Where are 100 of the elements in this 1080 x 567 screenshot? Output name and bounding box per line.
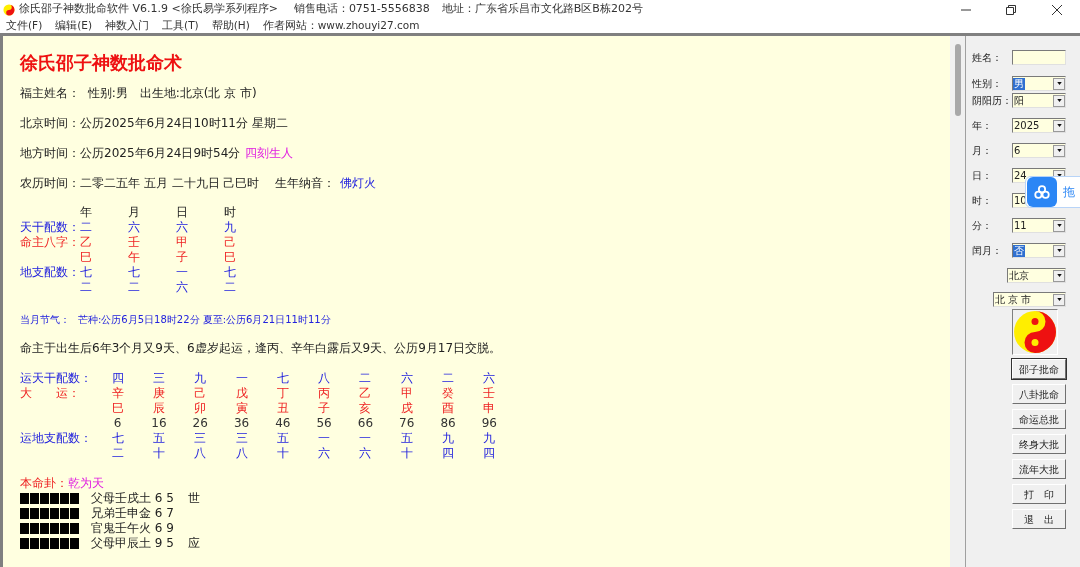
row-label: 大 运： xyxy=(20,386,80,400)
table-cell: 辛 xyxy=(111,386,124,401)
field-label: 性别： xyxy=(972,78,1002,89)
table-cell: 六 xyxy=(128,220,140,234)
action-button[interactable]: 流年大批 xyxy=(1012,459,1066,479)
province-dropdown[interactable]: 北京 xyxy=(1007,268,1066,283)
action-button[interactable]: 命运总批 xyxy=(1012,409,1066,429)
city-dropdown[interactable]: 北 京 市 xyxy=(993,292,1066,307)
row-label: 命主八字： xyxy=(20,235,80,249)
dropdown[interactable]: 6 xyxy=(1012,143,1066,158)
table-cell: 七 xyxy=(276,371,289,386)
hexagram-line-mark: 应 xyxy=(187,536,200,551)
hexagram-line-text: 父母壬戌土 6 5 xyxy=(91,491,174,506)
table-cell: 二 xyxy=(80,280,92,294)
dropdown[interactable]: 阳 xyxy=(1012,93,1066,108)
table-cell: 辰 xyxy=(152,401,165,416)
table-cell: 十 xyxy=(276,446,289,461)
table-cell: 二 xyxy=(128,280,140,294)
action-button[interactable]: 终身大批 xyxy=(1012,434,1066,454)
table-cell: 己 xyxy=(194,386,207,401)
column-header: 日 xyxy=(176,205,188,219)
table-cell: 16 xyxy=(151,416,167,431)
table-cell: 56 xyxy=(316,416,332,431)
table-cell: 四 xyxy=(483,446,496,461)
field-label: 姓名： xyxy=(972,52,1002,63)
row-label: 运地支配数： xyxy=(20,431,92,445)
field-label: 分： xyxy=(972,220,992,231)
table-cell: 卯 xyxy=(194,401,207,416)
floating-drag-toast[interactable]: 拖 xyxy=(1025,176,1080,208)
action-button[interactable]: 打 印 xyxy=(1012,484,1066,504)
window-title: 徐氏邵子神数批命软件 V6.1.9 <徐氏易学系列程序> xyxy=(18,1,278,18)
table-cell: 申 xyxy=(483,401,496,416)
table-cell: 六 xyxy=(318,446,331,461)
menu-item[interactable]: 神数入门 xyxy=(105,18,150,34)
table-cell: 76 xyxy=(399,416,415,431)
table-cell: 五 xyxy=(276,431,289,446)
table-cell: 九 xyxy=(442,431,454,446)
table-cell: 六 xyxy=(176,220,188,234)
table-cell: 六 xyxy=(176,280,188,294)
table-cell: 七 xyxy=(128,265,140,279)
table-cell: 五 xyxy=(152,431,165,446)
hexagram-line-text: 官鬼壬午火 6 9 xyxy=(91,521,174,536)
table-cell: 巳 xyxy=(111,401,124,416)
action-button[interactable]: 退 出 xyxy=(1012,509,1066,529)
table-cell: 四 xyxy=(111,371,124,386)
table-cell: 乙 xyxy=(359,386,372,401)
table-cell: 九 xyxy=(483,431,496,446)
table-cell: 丁 xyxy=(276,386,289,401)
column-header: 月 xyxy=(128,205,140,219)
table-cell: 36 xyxy=(233,416,250,431)
table-cell: 戊 xyxy=(235,386,248,401)
dropdown[interactable]: 2025 xyxy=(1012,118,1066,133)
table-cell: 一 xyxy=(359,431,372,446)
table-cell: 六 xyxy=(483,371,496,386)
table-cell: 甲 xyxy=(176,235,188,249)
table-cell: 一 xyxy=(176,265,188,279)
table-cell: 三 xyxy=(194,431,207,446)
info-line: 农历时间：二零二五年 五月 二十九日 己巳时 生年纳音： 佛灯火 xyxy=(20,176,377,191)
dropdown[interactable]: 否 xyxy=(1012,243,1066,258)
table-cell: 十 xyxy=(152,446,165,461)
table-cell: 二 xyxy=(359,371,372,386)
table-cell: 八 xyxy=(318,371,331,386)
dropdown[interactable]: 男 xyxy=(1012,76,1066,91)
table-cell: 二 xyxy=(442,371,454,386)
info-line: 北京时间：公历2025年6月24日10时11分 星期二 xyxy=(20,116,288,131)
menu-item[interactable]: 编辑(E) xyxy=(55,18,93,34)
table-cell: 九 xyxy=(224,220,236,234)
table-cell: 酉 xyxy=(442,401,454,416)
row-label: 运天干配数： xyxy=(20,371,92,385)
table-cell: 戌 xyxy=(400,401,413,416)
action-button[interactable]: 八卦批命 xyxy=(1012,384,1066,404)
action-button[interactable]: 邵子批命 xyxy=(1012,359,1066,379)
table-cell: 46 xyxy=(275,416,291,431)
table-cell: 巳 xyxy=(80,250,92,264)
table-cell: 86 xyxy=(440,416,456,431)
table-cell: 丑 xyxy=(276,401,289,416)
field-label: 时： xyxy=(972,195,992,206)
row-label: 地支配数： xyxy=(20,265,80,279)
table-cell: 五 xyxy=(400,431,413,446)
table-cell: 26 xyxy=(192,416,208,431)
table-cell: 乙 xyxy=(80,235,92,249)
table-cell: 七 xyxy=(111,431,124,446)
menu-item[interactable]: 工具(T) xyxy=(162,18,199,34)
widget-label: 拖 xyxy=(1063,184,1075,201)
table-cell: 子 xyxy=(318,401,331,416)
dropdown[interactable]: 11 xyxy=(1012,218,1066,233)
menu-item[interactable]: 文件(F) xyxy=(6,18,43,34)
table-cell: 六 xyxy=(400,371,413,386)
table-cell: 六 xyxy=(359,446,372,461)
field-label: 月： xyxy=(972,145,992,156)
hexagram-line-text: 父母甲辰土 9 5 xyxy=(91,536,174,551)
table-cell: 亥 xyxy=(359,401,372,416)
table-cell: 三 xyxy=(235,431,248,446)
table-cell: 甲 xyxy=(400,386,413,401)
report-title: 徐氏邵子神数批命术 xyxy=(20,52,182,74)
table-cell: 八 xyxy=(194,446,207,461)
table-cell: 己 xyxy=(224,235,236,249)
table-cell: 壬 xyxy=(483,386,496,401)
table-cell: 庚 xyxy=(152,386,165,401)
menu-item[interactable]: 帮助(H) xyxy=(211,18,250,34)
